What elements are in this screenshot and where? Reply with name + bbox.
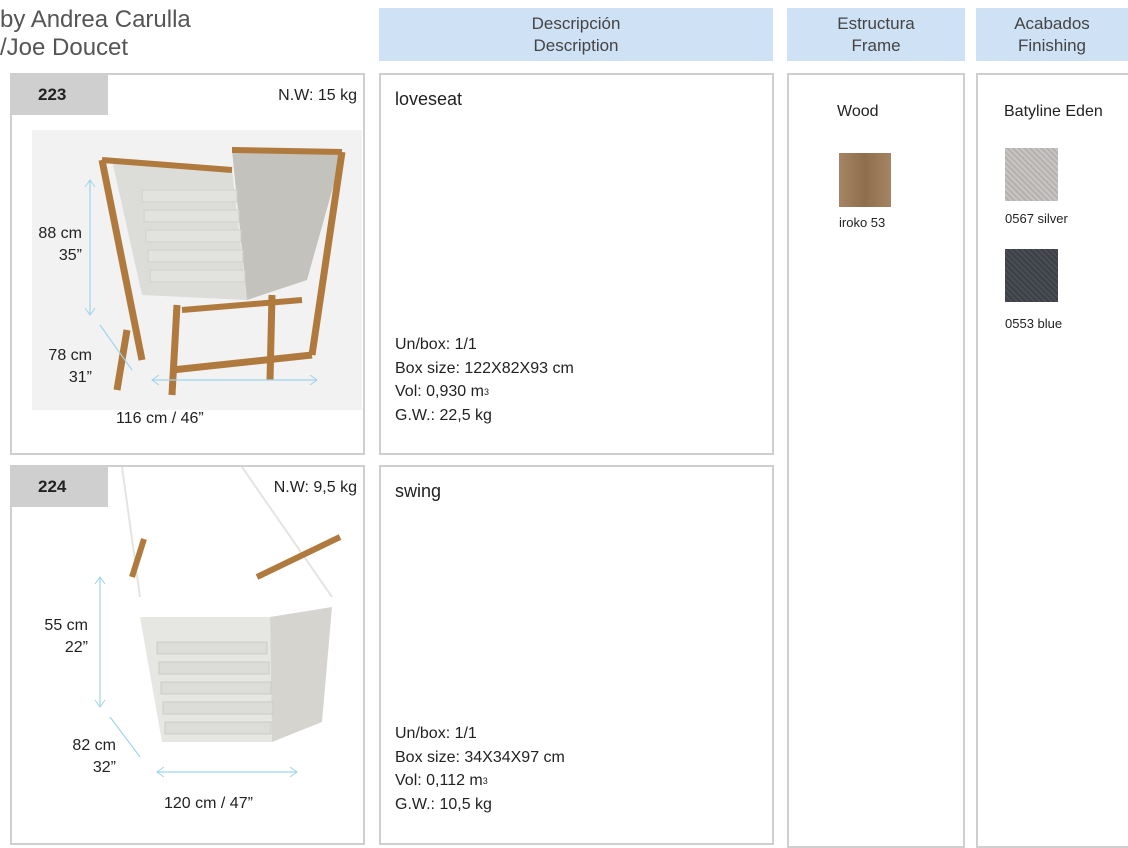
silver-fabric-swatch xyxy=(1005,148,1058,201)
volume-value: Vol: 0,112 m xyxy=(395,772,483,789)
product-specs: Un/box: 1/1 Box size: 122X82X93 cm Vol: … xyxy=(395,333,574,427)
description-header-es: Descripción xyxy=(531,13,621,33)
product-image-box: 224 N.W: 9,5 kg 55 cm 22” 82 cm 32” 120 … xyxy=(10,465,365,845)
gross-weight: G.W.: 22,5 kg xyxy=(395,406,492,424)
product-name: loveseat xyxy=(395,89,463,109)
units-per-box: Un/box: 1/1 xyxy=(395,336,477,353)
box-size: Box size: 34X34X97 cm xyxy=(395,748,565,766)
product-description-box: loveseat Un/box: 1/1 Box size: 122X82X93… xyxy=(379,73,774,455)
dimension-arrows xyxy=(94,576,298,778)
box-size: Box size: 122X82X93 cm xyxy=(395,359,574,377)
product-image-box: 223 N.W: 15 kg 88 cm 35” 78 cm 31” 116 c… xyxy=(10,73,365,455)
product-code: 224 xyxy=(12,467,108,507)
height-in: 22” xyxy=(64,639,88,656)
height-dimension: 55 cm 22” xyxy=(22,615,88,659)
height-in: 35” xyxy=(58,247,82,264)
description-header-en: Description xyxy=(533,35,619,55)
frame-swatch-label: iroko 53 xyxy=(839,215,886,230)
volume-value: Vol: 0,930 m xyxy=(395,383,484,400)
product-specs: Un/box: 1/1 Box size: 34X34X97 cm Vol: 0… xyxy=(395,722,565,816)
volume: Vol: 0,930 m3 xyxy=(395,380,574,404)
designer-credit: by Andrea Carulla /Joe Doucet xyxy=(0,6,191,62)
iroko-wood-swatch xyxy=(839,153,891,207)
depth-cm: 78 cm xyxy=(48,347,92,364)
finishing-material: Batyline Eden xyxy=(1004,103,1103,120)
finishing-swatch-label: 0553 blue xyxy=(1005,316,1063,331)
frame-header-en: Frame xyxy=(851,35,901,55)
height-dimension: 88 cm 35” xyxy=(22,223,82,267)
finishing-header-es: Acabados xyxy=(1014,13,1090,33)
product-name: swing xyxy=(395,481,442,501)
height-cm: 55 cm xyxy=(44,617,88,634)
finishing-header-en: Finishing xyxy=(1017,35,1087,55)
blue-fabric-swatch xyxy=(1005,249,1058,302)
gross-weight: G.W.: 10,5 kg xyxy=(395,795,492,813)
units-per-box: Un/box: 1/1 xyxy=(395,725,477,742)
finishing-swatch-label: 0567 silver xyxy=(1005,211,1068,226)
frame-header: Estructura Frame xyxy=(787,8,965,61)
net-weight: N.W: 15 kg xyxy=(278,87,357,104)
volume: Vol: 0,112 m3 xyxy=(395,769,565,793)
finishing-column: Batyline Eden 0567 silver 0553 blue xyxy=(976,73,1128,848)
description-header: Descripción Description xyxy=(379,8,773,61)
volume-unit-sup: 3 xyxy=(483,387,489,397)
depth-dimension: 82 cm 32” xyxy=(22,735,116,779)
product-code: 223 xyxy=(12,75,108,115)
volume-unit-sup: 3 xyxy=(482,776,488,786)
frame-material: Wood xyxy=(837,103,879,120)
width-dimension: 116 cm / 46” xyxy=(116,410,204,427)
product-description-box: swing Un/box: 1/1 Box size: 34X34X97 cm … xyxy=(379,465,774,845)
depth-in: 31” xyxy=(68,369,92,386)
designer-line-2: /Joe Doucet xyxy=(0,34,129,61)
frame-header-es: Estructura xyxy=(837,13,915,33)
height-cm: 88 cm xyxy=(38,225,82,242)
depth-cm: 82 cm xyxy=(72,737,116,754)
dimension-arrows xyxy=(84,179,318,386)
width-dimension: 120 cm / 47” xyxy=(164,795,253,812)
frame-column: Wood iroko 53 xyxy=(787,73,965,848)
finishing-header: Acabados Finishing xyxy=(976,8,1128,61)
designer-line-1: by Andrea Carulla xyxy=(0,6,191,33)
depth-in: 32” xyxy=(92,759,116,776)
depth-dimension: 78 cm 31” xyxy=(22,345,92,389)
